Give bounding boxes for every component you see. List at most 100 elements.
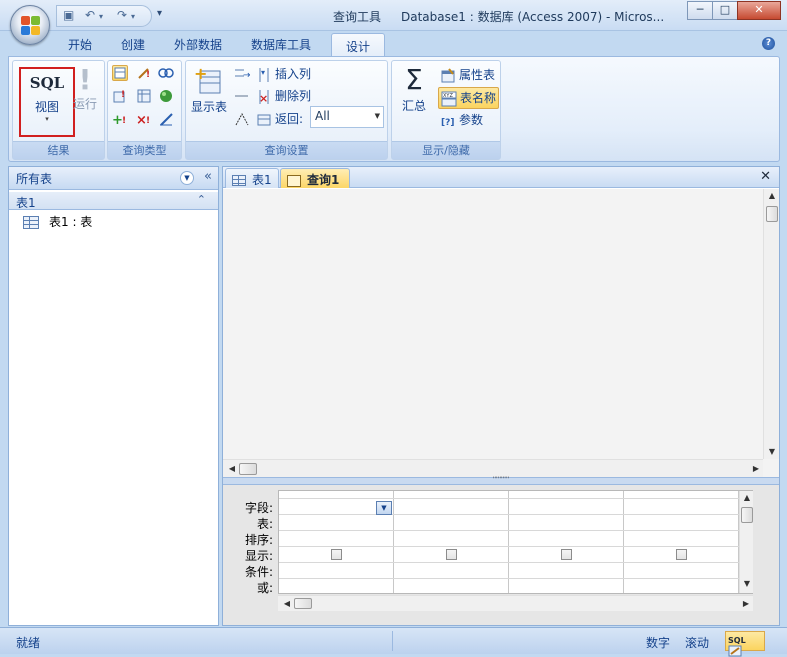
redo-icon[interactable]: ↷ [117, 8, 127, 22]
run-button[interactable]: ! 运行 [67, 65, 103, 112]
scroll-up-icon[interactable]: ▲ [765, 191, 779, 200]
nav-item-label: 表1 : 表 [49, 215, 93, 229]
return-combo[interactable]: All ▼ [310, 106, 384, 128]
delete-column-button[interactable]: × 删除列 [256, 87, 311, 105]
svg-text:⇥: ⇥ [243, 70, 250, 81]
crosstab-query-icon[interactable] [158, 65, 174, 81]
group-show-hide: Σ 汇总 属性表 XYZ 表名称 [?] 参数 显示/隐藏 [391, 60, 501, 160]
builder-icon[interactable] [234, 111, 250, 127]
tab-database-tools[interactable]: 数据库工具 [251, 36, 311, 53]
close-document-icon[interactable]: ✕ [760, 169, 771, 184]
scroll-down-icon[interactable]: ▼ [740, 579, 754, 588]
ribbon-tabs: 开始 创建 外部数据 数据库工具 设计 [0, 31, 787, 58]
sql-view-icon: SQL [29, 74, 65, 92]
show-checkbox[interactable] [561, 549, 572, 560]
office-button[interactable] [10, 5, 50, 45]
svg-text:[?]: [?] [441, 118, 454, 128]
append-query-icon[interactable]: ! [112, 88, 128, 104]
insert-column-button[interactable]: ▾ 插入列 [256, 65, 311, 83]
select-query-icon[interactable] [112, 65, 128, 81]
nav-group-header[interactable]: 表1 ⌃ [9, 192, 218, 210]
table-icon [232, 175, 246, 186]
tab-design[interactable]: 设计 [331, 33, 386, 58]
update-query-icon[interactable] [136, 88, 152, 104]
delete-column-label: 删除列 [275, 89, 312, 103]
nav-item-table1[interactable]: 表1 : 表 [9, 210, 218, 233]
pane-splitter[interactable]: '''''''''' [223, 477, 779, 485]
collapse-pane-icon[interactable]: « [204, 169, 212, 184]
grid-vertical-scrollbar[interactable]: ▲ ▼ [739, 491, 753, 593]
delete-query-icon[interactable]: ×! [136, 111, 152, 128]
doc-tab-query1[interactable]: 查询1 [280, 168, 351, 188]
svg-text:×: × [259, 92, 268, 105]
show-checkbox[interactable] [331, 549, 342, 560]
scroll-thumb[interactable] [766, 206, 778, 222]
parameters-label: 参数 [459, 113, 484, 127]
pass-through-query-icon[interactable] [158, 88, 174, 104]
insert-column-icon: ▾ [256, 67, 272, 83]
document-tabs: 表1 查询1 ✕ [223, 167, 779, 188]
scroll-thumb[interactable] [239, 463, 257, 475]
tab-home[interactable]: 开始 [68, 36, 92, 53]
parameters-button[interactable]: [?] 参数 [438, 110, 485, 130]
minimize-button[interactable]: ─ [687, 1, 713, 20]
show-checkbox[interactable] [676, 549, 687, 560]
chevron-down-icon[interactable]: ▼ [180, 171, 194, 185]
delete-row-icon[interactable] [234, 88, 250, 104]
scroll-left-icon[interactable]: ◀ [225, 464, 239, 473]
data-definition-query-icon[interactable] [158, 111, 174, 127]
undo-icon[interactable]: ↶ [85, 8, 95, 22]
show-checkbox[interactable] [446, 549, 457, 560]
totals-button[interactable]: Σ 汇总 [394, 63, 434, 114]
insert-row-icon[interactable]: ⇥ [234, 66, 251, 82]
table-icon [23, 216, 39, 229]
svg-text:XYZ: XYZ [443, 93, 453, 99]
status-text: 就绪 [16, 636, 41, 650]
scroll-down-icon[interactable]: ▼ [765, 447, 779, 456]
group-query-type: ! ! +! ×! 查询类型 [107, 60, 182, 160]
sql-view-switch-button[interactable]: SQL [725, 631, 765, 657]
save-icon[interactable]: ▣ [63, 8, 74, 22]
doc-tab-label: 查询1 [307, 173, 340, 187]
table-pane[interactable]: ▲ ▼ ◀ ▶ [223, 189, 779, 477]
nav-pane-header[interactable]: 所有表 ▼ « [9, 167, 218, 190]
doc-tab-table1[interactable]: 表1 [225, 168, 279, 188]
field-dropdown-icon[interactable]: ▼ [376, 501, 392, 515]
design-view-icon[interactable] [728, 645, 742, 657]
scroll-left-icon[interactable]: ◀ [280, 599, 294, 608]
table-pane-vertical-scrollbar[interactable]: ▲ ▼ [763, 189, 779, 459]
grid-horizontal-scrollbar[interactable]: ◀ ▶ [278, 595, 753, 611]
scroll-up-icon[interactable]: ▲ [740, 493, 754, 502]
tab-create[interactable]: 创建 [121, 36, 145, 53]
property-sheet-button[interactable]: 属性表 [438, 65, 497, 85]
maximize-button[interactable]: □ [712, 1, 738, 20]
property-sheet-label: 属性表 [459, 68, 496, 82]
query-design-grid[interactable]: ▼ ▲ ▼ [278, 490, 753, 594]
tab-external-data[interactable]: 外部数据 [174, 36, 222, 53]
scroll-right-icon[interactable]: ▶ [749, 464, 763, 473]
view-dropdown-icon[interactable]: ▾ [21, 115, 73, 123]
svg-text:+: + [194, 65, 207, 83]
close-button[interactable]: ✕ [737, 1, 781, 20]
customize-qat-button[interactable]: ▾ [157, 8, 162, 19]
make-table-query-icon[interactable]: ! [136, 65, 152, 81]
table-pane-horizontal-scrollbar[interactable]: ◀ ▶ [223, 459, 763, 477]
scroll-thumb[interactable] [294, 598, 312, 609]
table-names-button[interactable]: XYZ 表名称 [438, 87, 500, 109]
redo-dropdown-icon[interactable]: ▾ [131, 12, 135, 21]
help-icon[interactable]: ? [762, 37, 775, 50]
scroll-thumb[interactable] [741, 507, 753, 523]
row-label-criteria: 条件: [244, 565, 273, 579]
collapse-group-icon[interactable]: ⌃ [197, 193, 206, 206]
grid-row [279, 498, 752, 499]
scroll-right-icon[interactable]: ▶ [739, 599, 753, 608]
document-area: 表1 查询1 ✕ ▲ ▼ ◀ ▶ '''''''''' 字段: 表: 排序: 显… [222, 166, 780, 626]
svg-text:!: ! [146, 70, 150, 80]
grid-row [279, 578, 752, 579]
svg-text:▾: ▾ [261, 68, 265, 77]
undo-dropdown-icon[interactable]: ▾ [99, 12, 103, 21]
show-table-button[interactable]: + 显示表 [189, 64, 229, 115]
svg-text:!: ! [121, 90, 125, 100]
totals-label: 汇总 [401, 99, 426, 113]
add-query-icon[interactable]: +! [112, 111, 128, 128]
